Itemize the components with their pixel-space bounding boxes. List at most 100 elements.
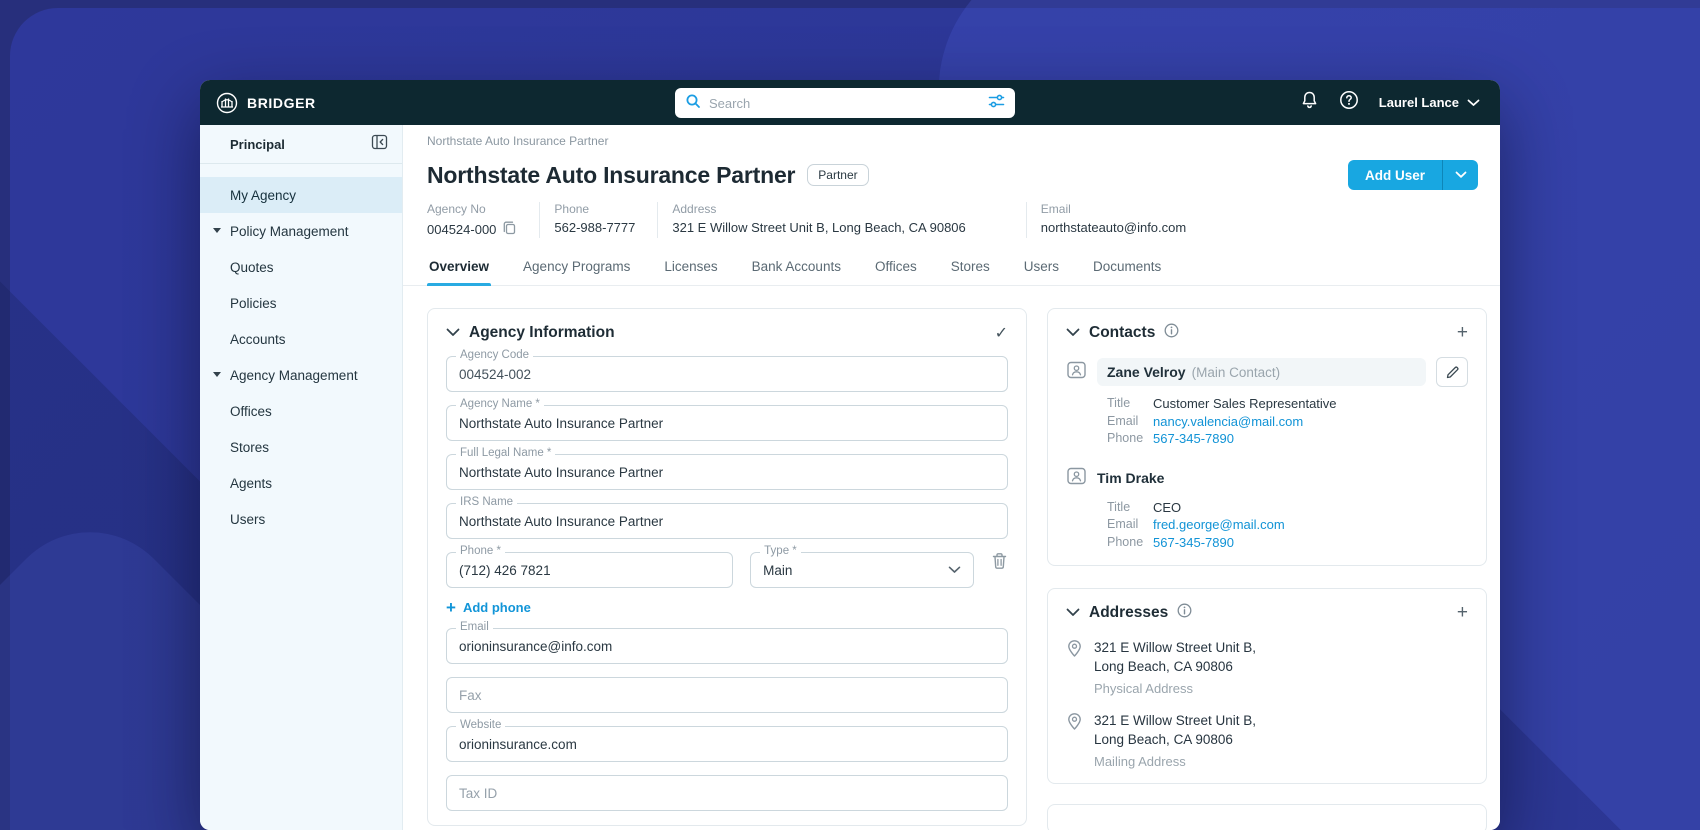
tab-bar: Overview Agency Programs Licenses Bank A…: [403, 251, 1500, 286]
collapse-sidebar-icon[interactable]: [371, 134, 388, 155]
contacts-card: Contacts +: [1047, 308, 1487, 566]
chevron-down-icon: [1455, 171, 1467, 179]
triangle-down-icon: [213, 372, 221, 377]
addresses-card: Addresses +: [1047, 588, 1487, 784]
tab-offices[interactable]: Offices: [873, 251, 919, 285]
add-user-button[interactable]: Add User: [1348, 160, 1442, 190]
address-type-label: Mailing Address: [1094, 754, 1256, 769]
map-pin-icon: [1066, 639, 1083, 696]
sidebar-item-accounts[interactable]: Accounts: [200, 321, 402, 357]
add-user-split-button: Add User: [1348, 160, 1478, 190]
search-filter-icon[interactable]: [988, 93, 1005, 114]
address-item-mailing: 321 E Willow Street Unit B, Long Beach, …: [1066, 711, 1468, 769]
user-name: Laurel Lance: [1379, 95, 1459, 110]
user-menu[interactable]: Laurel Lance: [1379, 94, 1480, 112]
tab-agency-programs[interactable]: Agency Programs: [521, 251, 632, 285]
sidebar-item-offices[interactable]: Offices: [200, 393, 402, 429]
agency-information-card: Agency Information ✓ Agency Code 004524-…: [427, 308, 1027, 826]
breadcrumb: Northstate Auto Insurance Partner: [403, 125, 1500, 148]
sidebar-item-users[interactable]: Users: [200, 501, 402, 537]
edit-contact-button[interactable]: [1436, 357, 1468, 387]
chevron-down-icon: [948, 561, 961, 579]
sidebar-item-agency-management[interactable]: Agency Management: [200, 357, 402, 393]
address-item-physical: 321 E Willow Street Unit B, Long Beach, …: [1066, 638, 1468, 696]
chevron-down-icon: [1467, 94, 1480, 112]
contact-row-zane-velroy: Zane Velroy (Main Contact): [1066, 357, 1468, 387]
sidebar-item-stores[interactable]: Stores: [200, 429, 402, 465]
agency-info-row: Agency No 004524-000 Pho: [427, 202, 1476, 238]
tab-stores[interactable]: Stores: [949, 251, 992, 285]
contact-email-link[interactable]: nancy.valencia@mail.com: [1153, 413, 1303, 431]
agency-no-cell: Agency No 004524-000: [427, 202, 539, 238]
map-pin-icon: [1066, 712, 1083, 769]
phone-field[interactable]: Phone * (712) 426 7821: [446, 552, 733, 588]
add-user-dropdown-button[interactable]: [1442, 160, 1478, 190]
agency-code-field[interactable]: Agency Code 004524-002: [446, 356, 1008, 392]
top-bar-actions: Laurel Lance: [1300, 90, 1480, 115]
contact-phone-link[interactable]: 567-345-7890: [1153, 534, 1234, 552]
page-header: Northstate Auto Insurance Partner Partne…: [403, 148, 1500, 190]
sidebar-header: Principal: [200, 125, 402, 164]
collapse-section-icon[interactable]: [446, 324, 460, 342]
contact-card-icon: [1066, 466, 1087, 491]
tax-id-field[interactable]: Tax ID: [446, 775, 1008, 811]
tab-licenses[interactable]: Licenses: [662, 251, 719, 285]
sidebar-nav: My Agency Policy Management Quotes Polic…: [200, 164, 402, 537]
sidebar-item-policies[interactable]: Policies: [200, 285, 402, 321]
collapse-section-icon[interactable]: [1066, 604, 1080, 622]
tab-overview[interactable]: Overview: [427, 251, 491, 285]
full-legal-name-field[interactable]: Full Legal Name * Northstate Auto Insura…: [446, 454, 1008, 490]
app-window: BRIDGER: [200, 80, 1500, 830]
page-title: Northstate Auto Insurance Partner: [427, 162, 795, 189]
info-icon[interactable]: [1177, 603, 1192, 623]
triangle-down-icon: [213, 228, 221, 233]
agency-name-field[interactable]: Agency Name * Northstate Auto Insurance …: [446, 405, 1008, 441]
sidebar-section-label: Principal: [230, 137, 371, 152]
irs-name-field[interactable]: IRS Name Northstate Auto Insurance Partn…: [446, 503, 1008, 539]
section-title: Contacts: [1089, 324, 1155, 342]
delete-phone-icon[interactable]: [991, 552, 1008, 575]
email-cell: Email northstateauto@info.com: [1026, 202, 1208, 238]
top-bar: BRIDGER: [200, 80, 1500, 125]
notifications-bell-icon[interactable]: [1300, 90, 1319, 115]
bridger-logo-icon: [216, 92, 238, 114]
add-address-button[interactable]: +: [1457, 606, 1468, 620]
search-input[interactable]: [709, 96, 980, 111]
tab-users[interactable]: Users: [1022, 251, 1061, 285]
contact-row-tim-drake: Tim Drake: [1066, 466, 1468, 491]
contact-phone-link[interactable]: 567-345-7890: [1153, 430, 1234, 448]
address-type-label: Physical Address: [1094, 681, 1256, 696]
tab-documents[interactable]: Documents: [1091, 251, 1163, 285]
tab-bank-accounts[interactable]: Bank Accounts: [750, 251, 843, 285]
website-field[interactable]: Website orioninsurance.com: [446, 726, 1008, 762]
phone-type-select[interactable]: Type * Main: [750, 552, 974, 588]
sidebar-item-my-agency[interactable]: My Agency: [200, 177, 402, 213]
pencil-icon: [1445, 365, 1460, 380]
search-bar[interactable]: [675, 88, 1015, 118]
copy-icon[interactable]: [502, 220, 517, 238]
contact-details: TitleCustomer Sales Representative Email…: [1107, 395, 1468, 448]
section-title: Addresses: [1089, 604, 1168, 622]
main-content: Northstate Auto Insurance Partner Norths…: [403, 125, 1500, 830]
collapse-section-icon[interactable]: [1066, 324, 1080, 342]
sidebar-item-policy-management[interactable]: Policy Management: [200, 213, 402, 249]
info-icon[interactable]: [1164, 323, 1179, 343]
add-contact-button[interactable]: +: [1457, 326, 1468, 340]
fax-field[interactable]: Fax: [446, 677, 1008, 713]
sidebar-item-agents[interactable]: Agents: [200, 465, 402, 501]
sidebar-item-quotes[interactable]: Quotes: [200, 249, 402, 285]
contact-email-link[interactable]: fred.george@mail.com: [1153, 516, 1285, 534]
add-phone-link[interactable]: + Add phone: [446, 600, 1008, 615]
main-contact-highlight: Zane Velroy (Main Contact): [1097, 358, 1426, 386]
check-icon: ✓: [995, 323, 1008, 343]
phone-cell: Phone 562-988-7777: [539, 202, 657, 238]
plus-icon: +: [446, 602, 456, 614]
contact-card-icon: [1066, 360, 1087, 385]
help-icon[interactable]: [1339, 90, 1359, 115]
partner-badge: Partner: [807, 164, 868, 186]
contact-details: TitleCEO Emailfred.george@mail.com Phone…: [1107, 499, 1468, 552]
section-title: Agency Information: [469, 324, 615, 342]
email-field[interactable]: Email orioninsurance@info.com: [446, 628, 1008, 664]
sidebar: Principal My Agency Policy Management Qu…: [200, 125, 403, 830]
partial-card: [1047, 804, 1487, 830]
